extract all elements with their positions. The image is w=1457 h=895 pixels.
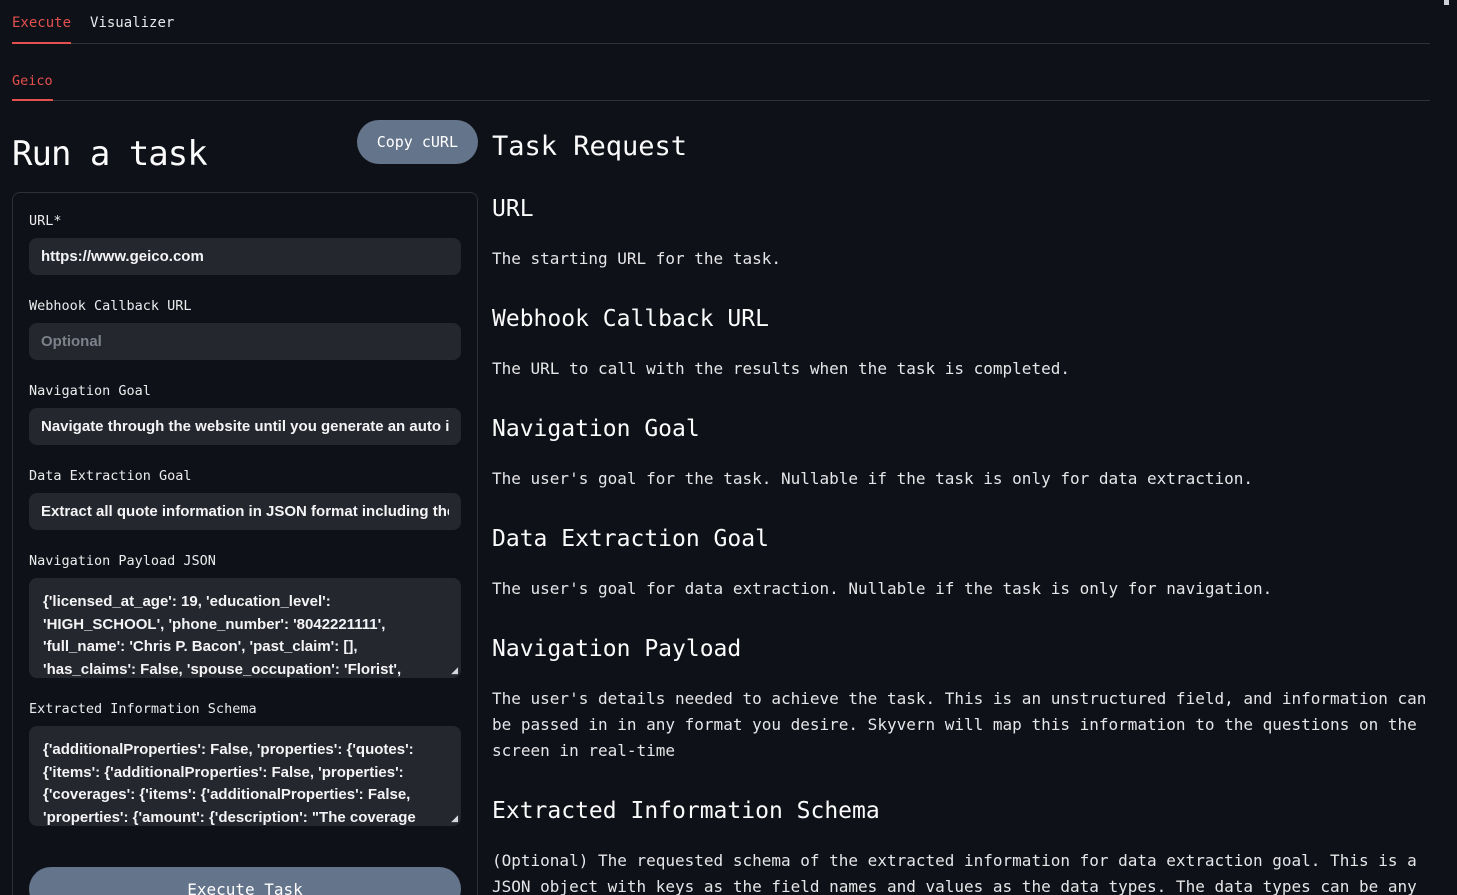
webhook-label: Webhook Callback URL [29, 298, 461, 314]
navigation-goal-input[interactable] [29, 408, 461, 445]
main-tab-bar: Execute Visualizer [12, 0, 1430, 44]
tab-visualizer[interactable]: Visualizer [90, 0, 174, 43]
data-extraction-goal-input[interactable] [29, 493, 461, 530]
resize-handle-icon[interactable]: ◢ [451, 667, 458, 676]
sub-tab-bar: Geico [12, 44, 1430, 101]
scrollbar-thumb[interactable] [1444, 0, 1449, 5]
navigation-payload-wrapper: {'licensed_at_age': 19, 'education_level… [29, 578, 461, 678]
doc-heading-data-extraction-goal: Data Extraction Goal [492, 526, 1430, 552]
docs-title: Task Request [492, 131, 1430, 162]
task-form-panel: Run a task Copy cURL URL* Webhook Callba… [12, 101, 478, 895]
page-title: Run a task [12, 134, 207, 174]
navigation-payload-label: Navigation Payload JSON [29, 553, 461, 569]
doc-body-url: The starting URL for the task. [492, 246, 1430, 272]
form-header: Run a task Copy cURL [12, 120, 478, 174]
extracted-schema-textarea[interactable]: {'additionalProperties': False, 'propert… [29, 726, 461, 826]
execute-task-button[interactable]: Execute Task [29, 867, 461, 895]
doc-body-extracted-schema: (Optional) The requested schema of the e… [492, 848, 1430, 895]
resize-handle-icon[interactable]: ◢ [451, 815, 458, 824]
webhook-input[interactable] [29, 323, 461, 360]
task-form-card: URL* Webhook Callback URL Navigation Goa… [12, 192, 478, 895]
copy-curl-button[interactable]: Copy cURL [357, 120, 478, 164]
url-input[interactable] [29, 238, 461, 275]
navigation-goal-label: Navigation Goal [29, 383, 461, 399]
doc-heading-navigation-goal: Navigation Goal [492, 416, 1430, 442]
doc-body-data-extraction-goal: The user's goal for data extraction. Nul… [492, 576, 1430, 602]
doc-heading-extracted-schema: Extracted Information Schema [492, 798, 1430, 824]
main-content: Run a task Copy cURL URL* Webhook Callba… [0, 101, 1457, 895]
extracted-schema-wrapper: {'additionalProperties': False, 'propert… [29, 726, 461, 826]
doc-heading-navigation-payload: Navigation Payload [492, 636, 1430, 662]
doc-body-webhook: The URL to call with the results when th… [492, 356, 1430, 382]
url-label: URL* [29, 213, 461, 229]
task-request-docs: Task Request URL The starting URL for th… [478, 101, 1430, 895]
doc-heading-url: URL [492, 196, 1430, 222]
doc-body-navigation-goal: The user's goal for the task. Nullable i… [492, 466, 1430, 492]
navigation-payload-textarea[interactable]: {'licensed_at_age': 19, 'education_level… [29, 578, 461, 678]
tab-execute[interactable]: Execute [12, 0, 71, 43]
doc-heading-webhook: Webhook Callback URL [492, 306, 1430, 332]
tab-geico[interactable]: Geico [12, 44, 53, 100]
extracted-schema-label: Extracted Information Schema [29, 701, 461, 717]
doc-body-navigation-payload: The user's details needed to achieve the… [492, 686, 1430, 764]
data-extraction-goal-label: Data Extraction Goal [29, 468, 461, 484]
